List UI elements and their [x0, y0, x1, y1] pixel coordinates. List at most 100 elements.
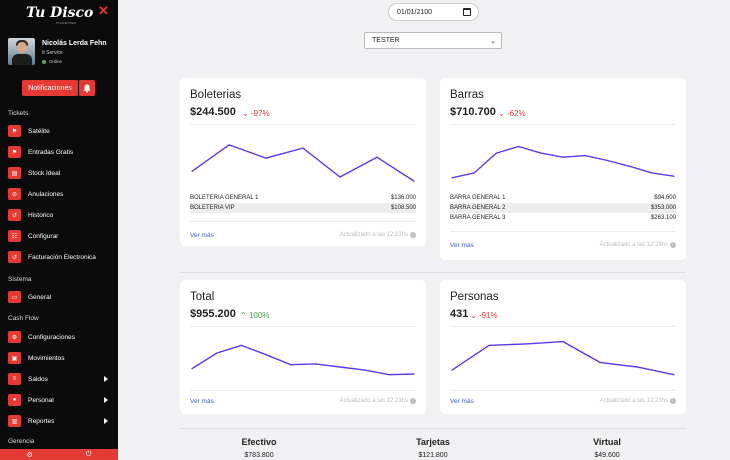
- sidebar-item-entradas-gratis[interactable]: ⚑ Entradas Gratis: [8, 145, 114, 159]
- notifications-button[interactable]: Notificaciones: [22, 80, 78, 96]
- info-icon[interactable]: i: [670, 398, 676, 404]
- list-item-name: BARRA GENERAL 3: [450, 215, 506, 221]
- card-change: ⌄ -62%: [498, 109, 526, 118]
- card-value: 431: [450, 308, 469, 320]
- sidebar-item-label: Configurar: [28, 232, 59, 240]
- sidebar-item-satélite[interactable]: ⚑ Satélite: [8, 124, 114, 138]
- data-point: [651, 172, 653, 174]
- data-point: [518, 145, 520, 148]
- data-point: [339, 176, 341, 178]
- total-label: Virtual: [593, 437, 621, 447]
- data-point: [191, 170, 193, 172]
- settings-icon[interactable]: ⚙: [27, 451, 33, 459]
- sidebar-item-configuraciones[interactable]: ⚙ Configuraciones: [8, 330, 114, 344]
- series-line: [191, 344, 415, 376]
- section-divider: [180, 272, 686, 273]
- venue-select[interactable]: TESTER ⌄: [364, 32, 502, 49]
- sidebar-item-saldos[interactable]: ≡ Saldos: [8, 372, 114, 386]
- info-icon[interactable]: i: [670, 242, 676, 248]
- list-item: BARRA GENERAL 1 $94.600: [450, 193, 676, 203]
- sidebar-item-historico[interactable]: ↺ Historico: [8, 208, 114, 222]
- power-icon[interactable]: ⏻: [86, 451, 92, 459]
- data-point: [495, 152, 497, 154]
- sidebar-section-title: Tickets: [8, 110, 29, 117]
- card-title: Personas: [450, 291, 499, 303]
- user-icon: ●: [8, 394, 21, 406]
- card-divider: [190, 124, 416, 125]
- data-point: [673, 374, 675, 376]
- total-value: $49.600: [594, 452, 620, 459]
- list-item-amount: $136.000: [390, 195, 416, 201]
- data-point: [216, 352, 218, 354]
- ver-mas-link[interactable]: Ver más: [450, 242, 474, 249]
- line-chart: [451, 340, 675, 376]
- chevron-up-icon: ⌃: [240, 311, 249, 320]
- calendar-icon[interactable]: [463, 8, 471, 16]
- card-change-value: 100%: [248, 311, 270, 320]
- series-line: [191, 144, 415, 182]
- data-point: [629, 165, 631, 167]
- ver-mas-link[interactable]: Ver más: [190, 232, 214, 239]
- list-item-name: BOLETERIA GENERAL 1: [190, 195, 259, 201]
- data-point: [364, 369, 366, 371]
- close-icon[interactable]: ✕: [98, 3, 109, 19]
- data-point: [290, 364, 292, 366]
- sidebar-item-personal[interactable]: ● Personal: [8, 393, 114, 407]
- sidebar-item-general[interactable]: ▭ General: [8, 290, 114, 304]
- data-point: [265, 157, 267, 159]
- ver-mas-link[interactable]: Ver más: [190, 398, 214, 405]
- logo-subtitle: TICKETING: [56, 21, 77, 25]
- box-icon: ▤: [8, 167, 21, 179]
- data-point: [451, 369, 453, 371]
- data-point: [265, 354, 267, 356]
- breakdown-list: BOLETERIA GENERAL 1 $136.000 BOLETERIA VIP…: [190, 193, 416, 213]
- card-divider: [190, 390, 416, 391]
- sidebar-item-configurar[interactable]: ☷ Configurar: [8, 229, 114, 243]
- bell-button[interactable]: [79, 80, 95, 96]
- section-divider: [180, 428, 686, 429]
- data-point: [599, 361, 601, 363]
- card-divider: [190, 326, 416, 327]
- total-virtual: Virtual $49.600: [562, 437, 652, 459]
- online-dot-icon: [42, 59, 46, 64]
- data-point: [525, 343, 527, 345]
- chart-icon: ▥: [8, 415, 21, 427]
- updated-label: Actualizado a las 12:23hs i: [340, 232, 416, 238]
- list-item: BARRA GENERAL 2 $353.000: [450, 203, 676, 213]
- card-barras: Barras $710.700 ⌄ -62% BARRA GENERAL 1 $94.6…: [440, 78, 686, 260]
- user-status: Online: [42, 59, 62, 64]
- sidebar-section-title: Cash Flow: [8, 315, 39, 322]
- list-item-name: BARRA GENERAL 2: [450, 205, 506, 211]
- data-point: [584, 155, 586, 157]
- sidebar-item-anulaciones[interactable]: ⊘ Anulaciones: [8, 187, 114, 201]
- sidebar-footer: ⚙ ⏻: [0, 449, 118, 460]
- logo: Tu Disco: [26, 5, 94, 21]
- list-icon: ≡: [8, 373, 21, 385]
- data-point: [606, 159, 608, 162]
- sidebar-item-label: Entradas Gratis: [28, 148, 74, 156]
- gear-icon: ⚙: [8, 331, 21, 343]
- history-icon: ↺: [8, 209, 21, 221]
- sidebar-item-label: Satélite: [28, 127, 50, 135]
- sidebar-item-label: Movimientos: [28, 354, 65, 362]
- info-icon[interactable]: i: [410, 232, 416, 238]
- monitor-icon: ▭: [8, 291, 21, 303]
- ver-mas-link[interactable]: Ver más: [450, 398, 474, 405]
- data-point: [228, 144, 230, 146]
- series-line: [451, 145, 675, 179]
- date-input[interactable]: 01/01/2100: [388, 3, 479, 21]
- updated-label: Actualizado a las 12:23hs i: [340, 398, 416, 404]
- user-status-text: Online: [49, 59, 63, 64]
- sidebar-item-facturación-electronica[interactable]: ↺ Facturación Electronica: [8, 250, 114, 264]
- updated-text: Actualizado a las 12:23hs: [599, 398, 668, 404]
- sidebar-item-stock-ideal[interactable]: ▤ Stock Ideal: [8, 166, 114, 180]
- list-item-name: BOLETERIA VIP: [190, 205, 235, 211]
- list-item-name: BARRA GENERAL 1: [450, 195, 506, 201]
- venue-select-value: TESTER: [372, 37, 400, 44]
- sidebar-item-reportes[interactable]: ▥ Reportes: [8, 414, 114, 428]
- card-change: ⌄ -97%: [242, 109, 270, 118]
- info-icon[interactable]: i: [410, 398, 416, 404]
- flag-icon: ⚑: [8, 146, 21, 158]
- sidebar-item-movimientos[interactable]: ▣ Movimientos: [8, 351, 114, 365]
- card-title: Barras: [450, 89, 484, 101]
